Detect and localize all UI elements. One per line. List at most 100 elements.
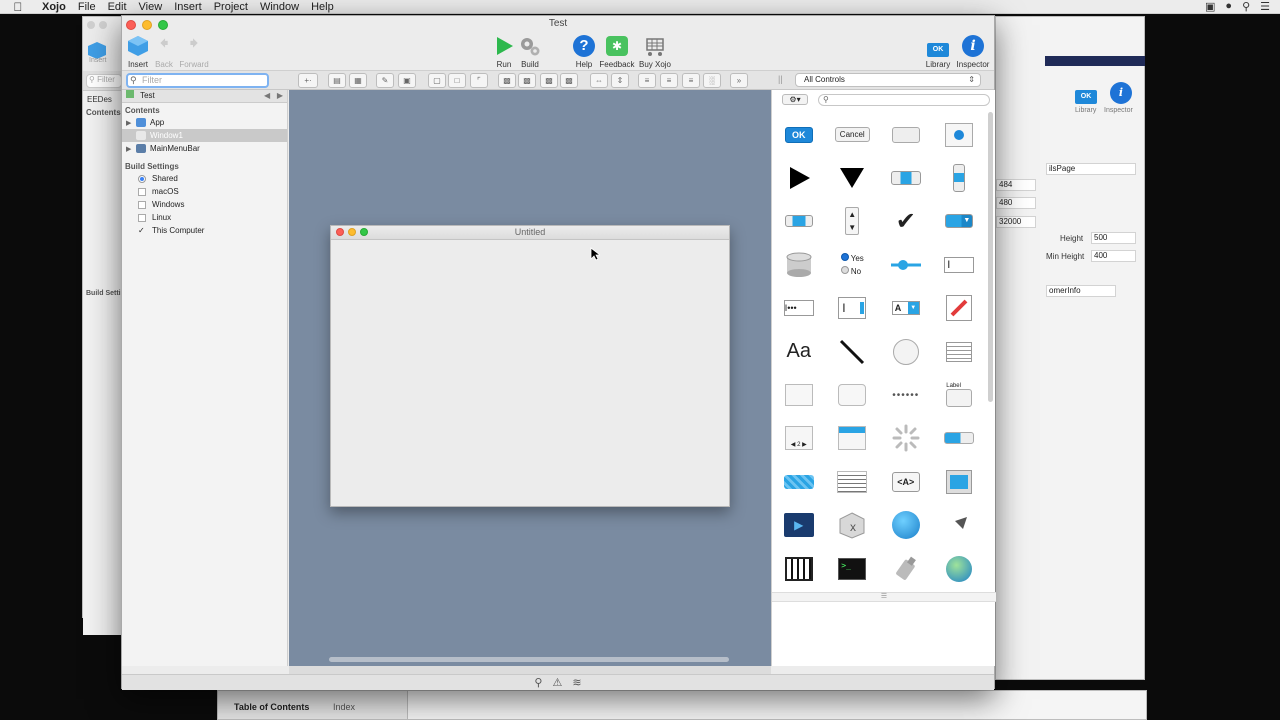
nav-item-app[interactable]: ▶ App [122,116,287,129]
control-listbox[interactable] [933,330,987,373]
control-rectangle[interactable] [772,373,826,416]
order-back-button[interactable]: ▩ [560,73,578,88]
control-usb-device[interactable] [879,547,933,590]
build-this-computer[interactable]: ✓ This Computer [122,224,287,237]
bracket-button[interactable]: ⌜ [470,73,488,88]
build-shared[interactable]: Shared [122,172,287,185]
control-segmented[interactable] [879,156,933,199]
menu-file[interactable]: File [72,1,102,13]
control-scrollbar[interactable] [933,156,987,199]
control-chasing-arrows[interactable] [772,460,826,503]
checkbox[interactable] [138,213,146,222]
spotlight-icon[interactable]: ⚲ [1242,0,1250,13]
align-top-button[interactable]: ░ [703,73,721,88]
control-radio-group[interactable]: Yes No [826,243,880,286]
space-horizontal-button[interactable]: ⇔ [590,73,608,88]
build-windows[interactable]: Windows [122,198,287,211]
control-tab-panel[interactable] [826,417,880,460]
library-scrollbar[interactable] [988,112,993,402]
control-list-text[interactable] [826,460,880,503]
nav-item-window1[interactable]: Window1 [122,129,287,142]
bg-tab-index[interactable]: Index [333,702,355,712]
control-default-button[interactable]: OK [772,113,826,156]
layout-view-button[interactable]: ▤ [328,73,346,88]
align-left-button[interactable]: ≡ [638,73,656,88]
order-backward-button[interactable]: ▩ [540,73,558,88]
list-icon[interactable]: ☰ [1260,0,1270,13]
menu-help[interactable]: Help [305,1,340,13]
control-progress-wheel[interactable] [879,417,933,460]
menu-view[interactable]: View [133,1,169,13]
edit-mode-button[interactable]: ✎ [376,73,394,88]
control-disclosure-triangle[interactable] [772,156,826,199]
buy-xojo-button[interactable]: Buy Xojo [633,34,677,69]
space-vertical-button[interactable]: ⇕ [611,73,629,88]
menu-window[interactable]: Window [254,1,305,13]
control-line[interactable] [826,330,880,373]
build-button[interactable]: Build [508,34,552,69]
library-settings-button[interactable]: ⚙▾ [782,94,808,105]
control-popup-menu[interactable]: ▼ [933,200,987,243]
horizontal-scrollbar[interactable] [329,657,729,662]
radio-indicator[interactable] [138,174,146,183]
menu-insert[interactable]: Insert [168,1,208,13]
feed-icon[interactable]: ≋ [572,676,581,689]
checkbox[interactable] [138,200,146,209]
control-text-area[interactable]: I [826,287,880,330]
forward-button[interactable]: 🠺 Forward [172,33,216,69]
disclosure-triangle-icon[interactable]: ▶ [126,145,136,153]
library-splitter[interactable]: ☰ [772,592,996,602]
build-macos[interactable]: macOS [122,185,287,198]
control-bevel-button[interactable] [879,113,933,156]
ungroup-button[interactable]: □ [448,73,466,88]
order-forward-button[interactable]: ▩ [518,73,536,88]
search-icon[interactable]: ⚲ [534,676,542,689]
control-canvas[interactable] [933,287,987,330]
library-filter-select[interactable]: All Controls ⇕ [795,73,981,87]
navigator-filter-input[interactable]: ⚲ Filter [126,73,269,88]
control-popup-arrow[interactable] [826,156,880,199]
control-page-panel[interactable]: ◀ 2 ▶ [772,417,826,460]
align-right-button[interactable]: ≡ [682,73,700,88]
control-database[interactable] [772,243,826,286]
control-terminal[interactable]: >_ [826,547,880,590]
control-round-rectangle[interactable] [826,373,880,416]
nav-arrows[interactable]: ◀ ▶ [264,90,283,102]
control-label[interactable]: Aa [772,330,826,373]
control-oval[interactable] [879,330,933,373]
control-movie-player[interactable]: ▶ [772,504,826,547]
control-separator[interactable]: •••••• [879,373,933,416]
window-preview[interactable]: Untitled [330,225,730,507]
control-image-well[interactable] [933,113,987,156]
control-checkbox[interactable]: ✔ [879,200,933,243]
screens-icon[interactable]: ▣ [1205,0,1215,13]
menu-project[interactable]: Project [208,1,254,13]
control-plugin-box[interactable]: x [826,504,880,547]
control-updown-arrows[interactable]: ▲ ▼ [826,200,880,243]
warning-icon[interactable]: ⚠ [552,676,562,689]
control-midi-keyboard[interactable] [772,547,826,590]
build-linux[interactable]: Linux [122,211,287,224]
control-slider-horizontal[interactable] [772,200,826,243]
checkmark-icon[interactable]: ✓ [138,226,146,235]
code-view-button[interactable]: ▦ [349,73,367,88]
control-socket[interactable] [933,504,987,547]
library-search-input[interactable]: ⚲ [818,94,990,106]
control-progress-bar[interactable] [933,417,987,460]
align-center-button[interactable]: ≡ [660,73,678,88]
add-item-button[interactable]: +· [298,73,318,88]
control-html-viewer[interactable]: <A> [879,460,933,503]
control-groupbox[interactable]: Label [933,373,987,416]
disclosure-triangle-icon[interactable]: ▶ [126,119,136,127]
more-tools-button[interactable]: » [730,73,748,88]
bg-tab-toc[interactable]: Table of Contents [234,702,309,712]
control-web-globe[interactable] [933,547,987,590]
group-button[interactable]: ▢ [428,73,446,88]
checkbox[interactable] [138,187,146,196]
control-slider[interactable] [879,243,933,286]
control-combobox[interactable]: I••• [772,287,826,330]
lock-button[interactable]: ▣ [398,73,416,88]
splitter-handle[interactable]: || [778,74,783,84]
control-container[interactable] [933,460,987,503]
order-front-button[interactable]: ▩ [498,73,516,88]
